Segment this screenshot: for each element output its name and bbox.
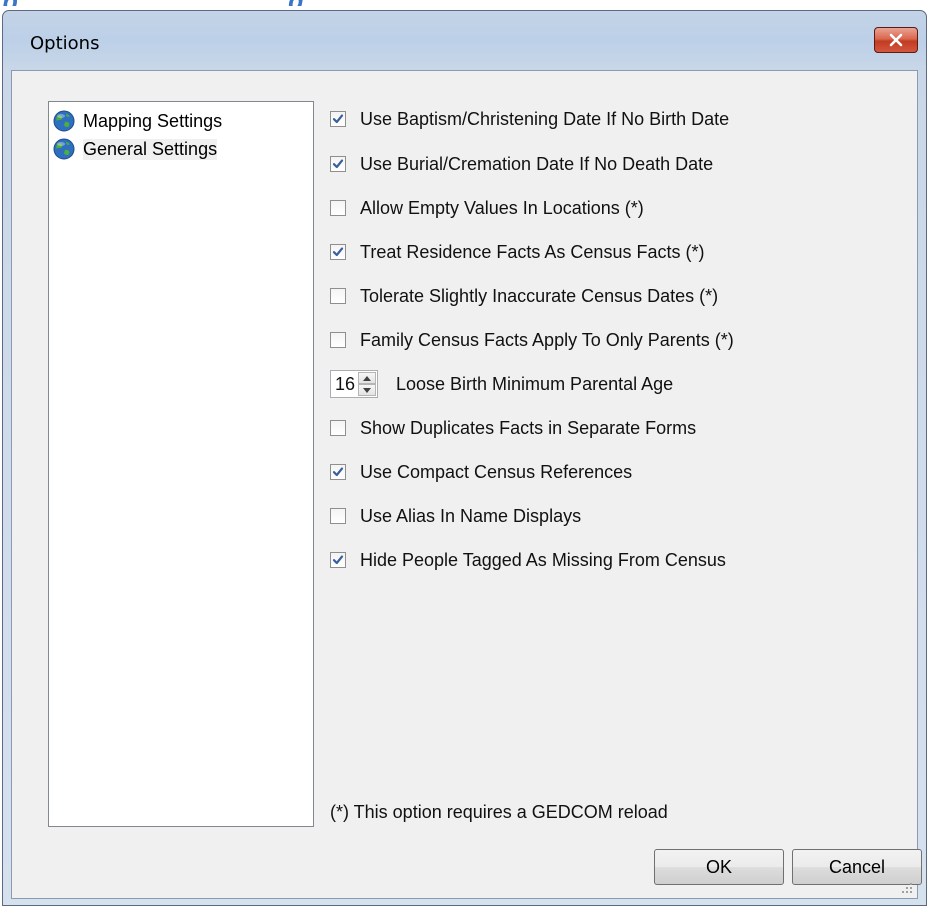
gedcom-reload-note: (*) This option requires a GEDCOM reload	[330, 802, 668, 822]
stepper-arrows	[358, 372, 376, 396]
option-hide-missing-from-census[interactable]: Hide People Tagged As Missing From Censu…	[330, 548, 726, 572]
option-label: Use Compact Census References	[360, 461, 633, 482]
checkmark-icon	[332, 159, 344, 169]
checkbox[interactable]	[330, 332, 346, 348]
option-label: Hide People Tagged As Missing From Censu…	[360, 549, 726, 570]
option-empty-locations[interactable]: Allow Empty Values In Locations (*)	[330, 196, 644, 220]
option-label: Family Census Facts Apply To Only Parent…	[360, 329, 734, 350]
title-bar[interactable]: Options	[3, 11, 926, 71]
option-compact-census-references[interactable]: Use Compact Census References	[330, 460, 632, 484]
option-alias-name-displays[interactable]: Use Alias In Name Displays	[330, 504, 581, 528]
checkmark-icon	[332, 114, 344, 124]
close-icon	[889, 33, 903, 47]
option-baptism-date[interactable]: Use Baptism/Christening Date If No Birth…	[330, 107, 729, 131]
option-burial-date[interactable]: Use Burial/Cremation Date If No Death Da…	[330, 152, 713, 176]
checkmark-icon	[332, 555, 344, 565]
option-duplicates-separate-forms[interactable]: Show Duplicates Facts in Separate Forms	[330, 416, 696, 440]
tree-item-mapping-settings[interactable]: Mapping Settings	[53, 108, 222, 134]
checkbox[interactable]	[330, 156, 346, 172]
checkbox[interactable]	[330, 464, 346, 480]
option-residence-as-census[interactable]: Treat Residence Facts As Census Facts (*…	[330, 240, 704, 264]
page-heading-fragment	[0, 0, 929, 6]
window-title: Options	[30, 33, 100, 54]
cancel-button[interactable]: Cancel	[792, 849, 922, 885]
heading-fragment-left	[2, 0, 18, 6]
checkmark-icon	[332, 467, 344, 477]
tree-item-label: Mapping Settings	[83, 110, 223, 131]
parental-age-stepper[interactable]: 16	[330, 370, 378, 398]
option-label: Allow Empty Values In Locations (*)	[360, 197, 644, 218]
tree-item-label: General Settings	[83, 138, 218, 160]
stepper-up-button[interactable]	[358, 372, 376, 384]
ok-button[interactable]: OK	[654, 849, 784, 885]
settings-tree[interactable]: Mapping Settings General Settings	[48, 101, 314, 827]
option-label: Show Duplicates Facts in Separate Forms	[360, 417, 697, 438]
checkbox[interactable]	[330, 288, 346, 304]
option-label: Use Burial/Cremation Date If No Death Da…	[360, 153, 714, 174]
option-label: Use Baptism/Christening Date If No Birth…	[360, 108, 730, 129]
globe-icon	[53, 138, 75, 160]
option-label: Tolerate Slightly Inaccurate Census Date…	[360, 285, 719, 306]
option-family-census-parents[interactable]: Family Census Facts Apply To Only Parent…	[330, 328, 734, 352]
option-parental-age: 16 Loose Birth Minimum Parental Age	[330, 369, 673, 399]
option-label: Use Alias In Name Displays	[360, 505, 582, 526]
checkbox[interactable]	[330, 420, 346, 436]
globe-icon	[53, 110, 75, 132]
stepper-down-button[interactable]	[358, 384, 376, 396]
heading-fragment-right	[288, 0, 318, 6]
checkbox[interactable]	[330, 244, 346, 260]
chevron-up-icon	[363, 375, 371, 381]
page: Options Mapping Set	[0, 0, 929, 908]
option-label: Treat Residence Facts As Census Facts (*…	[360, 241, 705, 262]
close-button[interactable]	[874, 27, 918, 53]
options-window: Options Mapping Settings General Setting…	[2, 10, 927, 906]
checkbox[interactable]	[330, 552, 346, 568]
checkbox[interactable]	[330, 111, 346, 127]
resize-grip-icon[interactable]	[901, 882, 913, 894]
parental-age-label: Loose Birth Minimum Parental Age	[396, 373, 674, 394]
checkbox[interactable]	[330, 200, 346, 216]
option-tolerate-census-dates[interactable]: Tolerate Slightly Inaccurate Census Date…	[330, 284, 718, 308]
tree-item-general-settings[interactable]: General Settings	[53, 136, 218, 162]
checkbox[interactable]	[330, 508, 346, 524]
parental-age-value[interactable]: 16	[331, 374, 355, 395]
chevron-down-icon	[363, 387, 371, 393]
dialog-client-area: Mapping Settings General Settings Use Ba…	[11, 70, 922, 899]
checkmark-icon	[332, 247, 344, 257]
